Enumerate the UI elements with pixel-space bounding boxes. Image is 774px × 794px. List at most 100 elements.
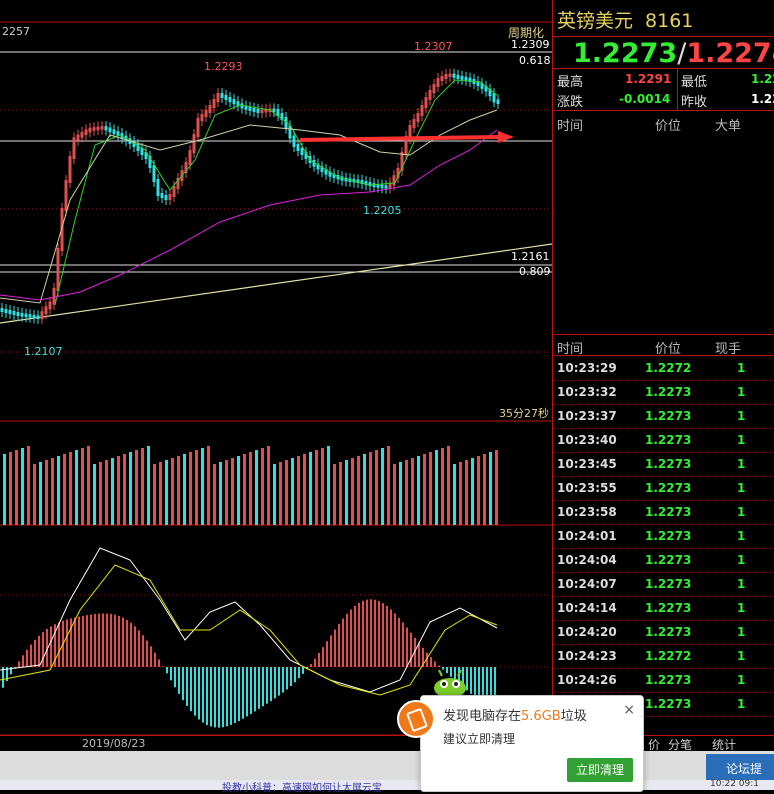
tick-price: 1.2273 xyxy=(645,697,692,711)
volume-bar xyxy=(213,464,216,525)
volume-bar xyxy=(75,450,78,525)
candle xyxy=(416,113,420,122)
candle xyxy=(456,74,460,79)
volume-bar xyxy=(69,452,72,525)
tick-row: 10:23:55 1.2273 1 xyxy=(553,476,774,501)
volume-bar xyxy=(195,450,198,525)
volume-bar xyxy=(201,448,204,525)
candle xyxy=(92,127,96,131)
volume-bar xyxy=(21,448,24,525)
top-left-value: 2257 xyxy=(2,25,30,38)
tick-time: 10:24:23 xyxy=(557,649,617,663)
volume-bar xyxy=(3,454,6,525)
candlestick-chart[interactable] xyxy=(0,0,552,735)
volume-bar xyxy=(249,452,252,525)
tick-volume: 1 xyxy=(737,649,746,663)
volume-bar xyxy=(381,448,384,525)
tick-time: 10:23:45 xyxy=(557,457,617,471)
candle xyxy=(196,118,200,137)
taskbar: 投教小科普：高速网如何让大屏云宝 10:22 09:1 xyxy=(0,779,774,794)
candle xyxy=(464,76,468,81)
volume-bar xyxy=(471,458,474,525)
candle xyxy=(152,165,156,182)
big-orders-header-time: 时间 xyxy=(557,119,584,134)
tick-price: 1.2272 xyxy=(645,361,692,375)
volume-bar xyxy=(225,460,228,525)
tick-time: 10:24:20 xyxy=(557,625,617,639)
arrow-shaft xyxy=(299,135,499,142)
volume-bar xyxy=(33,464,36,525)
candle xyxy=(164,195,168,200)
volume-bar xyxy=(315,450,318,525)
status-band xyxy=(0,751,774,780)
fib-bottom-price: 1.2161 xyxy=(511,250,550,263)
volume-bar xyxy=(255,450,258,525)
volume-bar xyxy=(267,446,270,525)
candle xyxy=(248,106,252,111)
candle xyxy=(24,313,28,318)
change-value: -0.0014 xyxy=(619,92,671,106)
tick-price: 1.2273 xyxy=(645,505,692,519)
candle xyxy=(252,107,256,112)
volume-bar xyxy=(99,462,102,525)
volume-bar xyxy=(135,450,138,525)
change-label: 涨跌 xyxy=(557,95,584,110)
volume-bar xyxy=(465,460,468,525)
volume-bar xyxy=(153,464,156,525)
volume-bar xyxy=(111,458,114,525)
volume-bar xyxy=(309,452,312,525)
candle xyxy=(156,179,160,196)
ma-short-line xyxy=(54,79,498,306)
candle xyxy=(36,315,40,319)
candle xyxy=(444,74,448,79)
candle xyxy=(48,301,52,310)
candle xyxy=(428,90,432,100)
tick-row: 10:24:26 1.2273 1 xyxy=(553,668,774,693)
tick-time: 10:24:07 xyxy=(557,577,617,591)
instrument-title: 英镑美元 8161 xyxy=(557,6,693,33)
tick-time: 10:24:04 xyxy=(557,553,617,567)
volume-bar xyxy=(177,456,180,525)
news-ticker[interactable]: 投教小科普：高速网如何让大屏云宝 xyxy=(222,779,382,794)
volume-bar xyxy=(105,460,108,525)
big-orders-header-size: 大单 xyxy=(715,119,742,134)
volume-bar xyxy=(207,446,210,525)
candle xyxy=(384,185,388,189)
volume-bar xyxy=(291,458,294,525)
tick-price: 1.2273 xyxy=(645,385,692,399)
volume-bar xyxy=(237,456,240,525)
candle xyxy=(8,310,12,314)
forum-button[interactable]: 论坛提 xyxy=(706,754,774,780)
fib-top-ratio: 0.618 xyxy=(519,54,551,67)
candle xyxy=(272,108,276,112)
candle xyxy=(192,134,196,153)
tick-row: 10:24:20 1.2273 1 xyxy=(553,620,774,645)
cleanup-popup: 发现电脑存在5.6GB垃圾 建议立即清理 × 立即清理 xyxy=(397,695,644,792)
volume-bar xyxy=(417,456,420,525)
tick-volume: 1 xyxy=(737,409,746,423)
tick-row: 10:23:29 1.2272 1 xyxy=(553,356,774,381)
tick-row: 10:24:07 1.2273 1 xyxy=(553,572,774,597)
volume-bar xyxy=(375,450,378,525)
candle xyxy=(448,73,452,77)
volume-bar xyxy=(63,454,66,525)
candle xyxy=(4,309,8,313)
candle xyxy=(216,93,220,102)
clean-now-button[interactable]: 立即清理 xyxy=(567,758,633,782)
candle xyxy=(228,97,232,103)
tick-time: 10:23:40 xyxy=(557,433,617,447)
high-value: 1.2291 xyxy=(625,72,672,86)
popup-message-prefix: 发现电脑存在 xyxy=(443,709,522,724)
volume-bar xyxy=(243,454,246,525)
volume-bar xyxy=(273,464,276,525)
close-icon[interactable]: × xyxy=(623,702,635,718)
volume-bar xyxy=(363,454,366,525)
high-label: 最高 xyxy=(557,75,584,90)
candle xyxy=(68,156,72,183)
tick-price: 1.2272 xyxy=(645,649,692,663)
candle xyxy=(56,248,60,291)
volume-bar xyxy=(411,458,414,525)
volume-bar xyxy=(339,462,342,525)
tick-price: 1.2273 xyxy=(645,673,692,687)
broom-icon xyxy=(397,700,435,738)
